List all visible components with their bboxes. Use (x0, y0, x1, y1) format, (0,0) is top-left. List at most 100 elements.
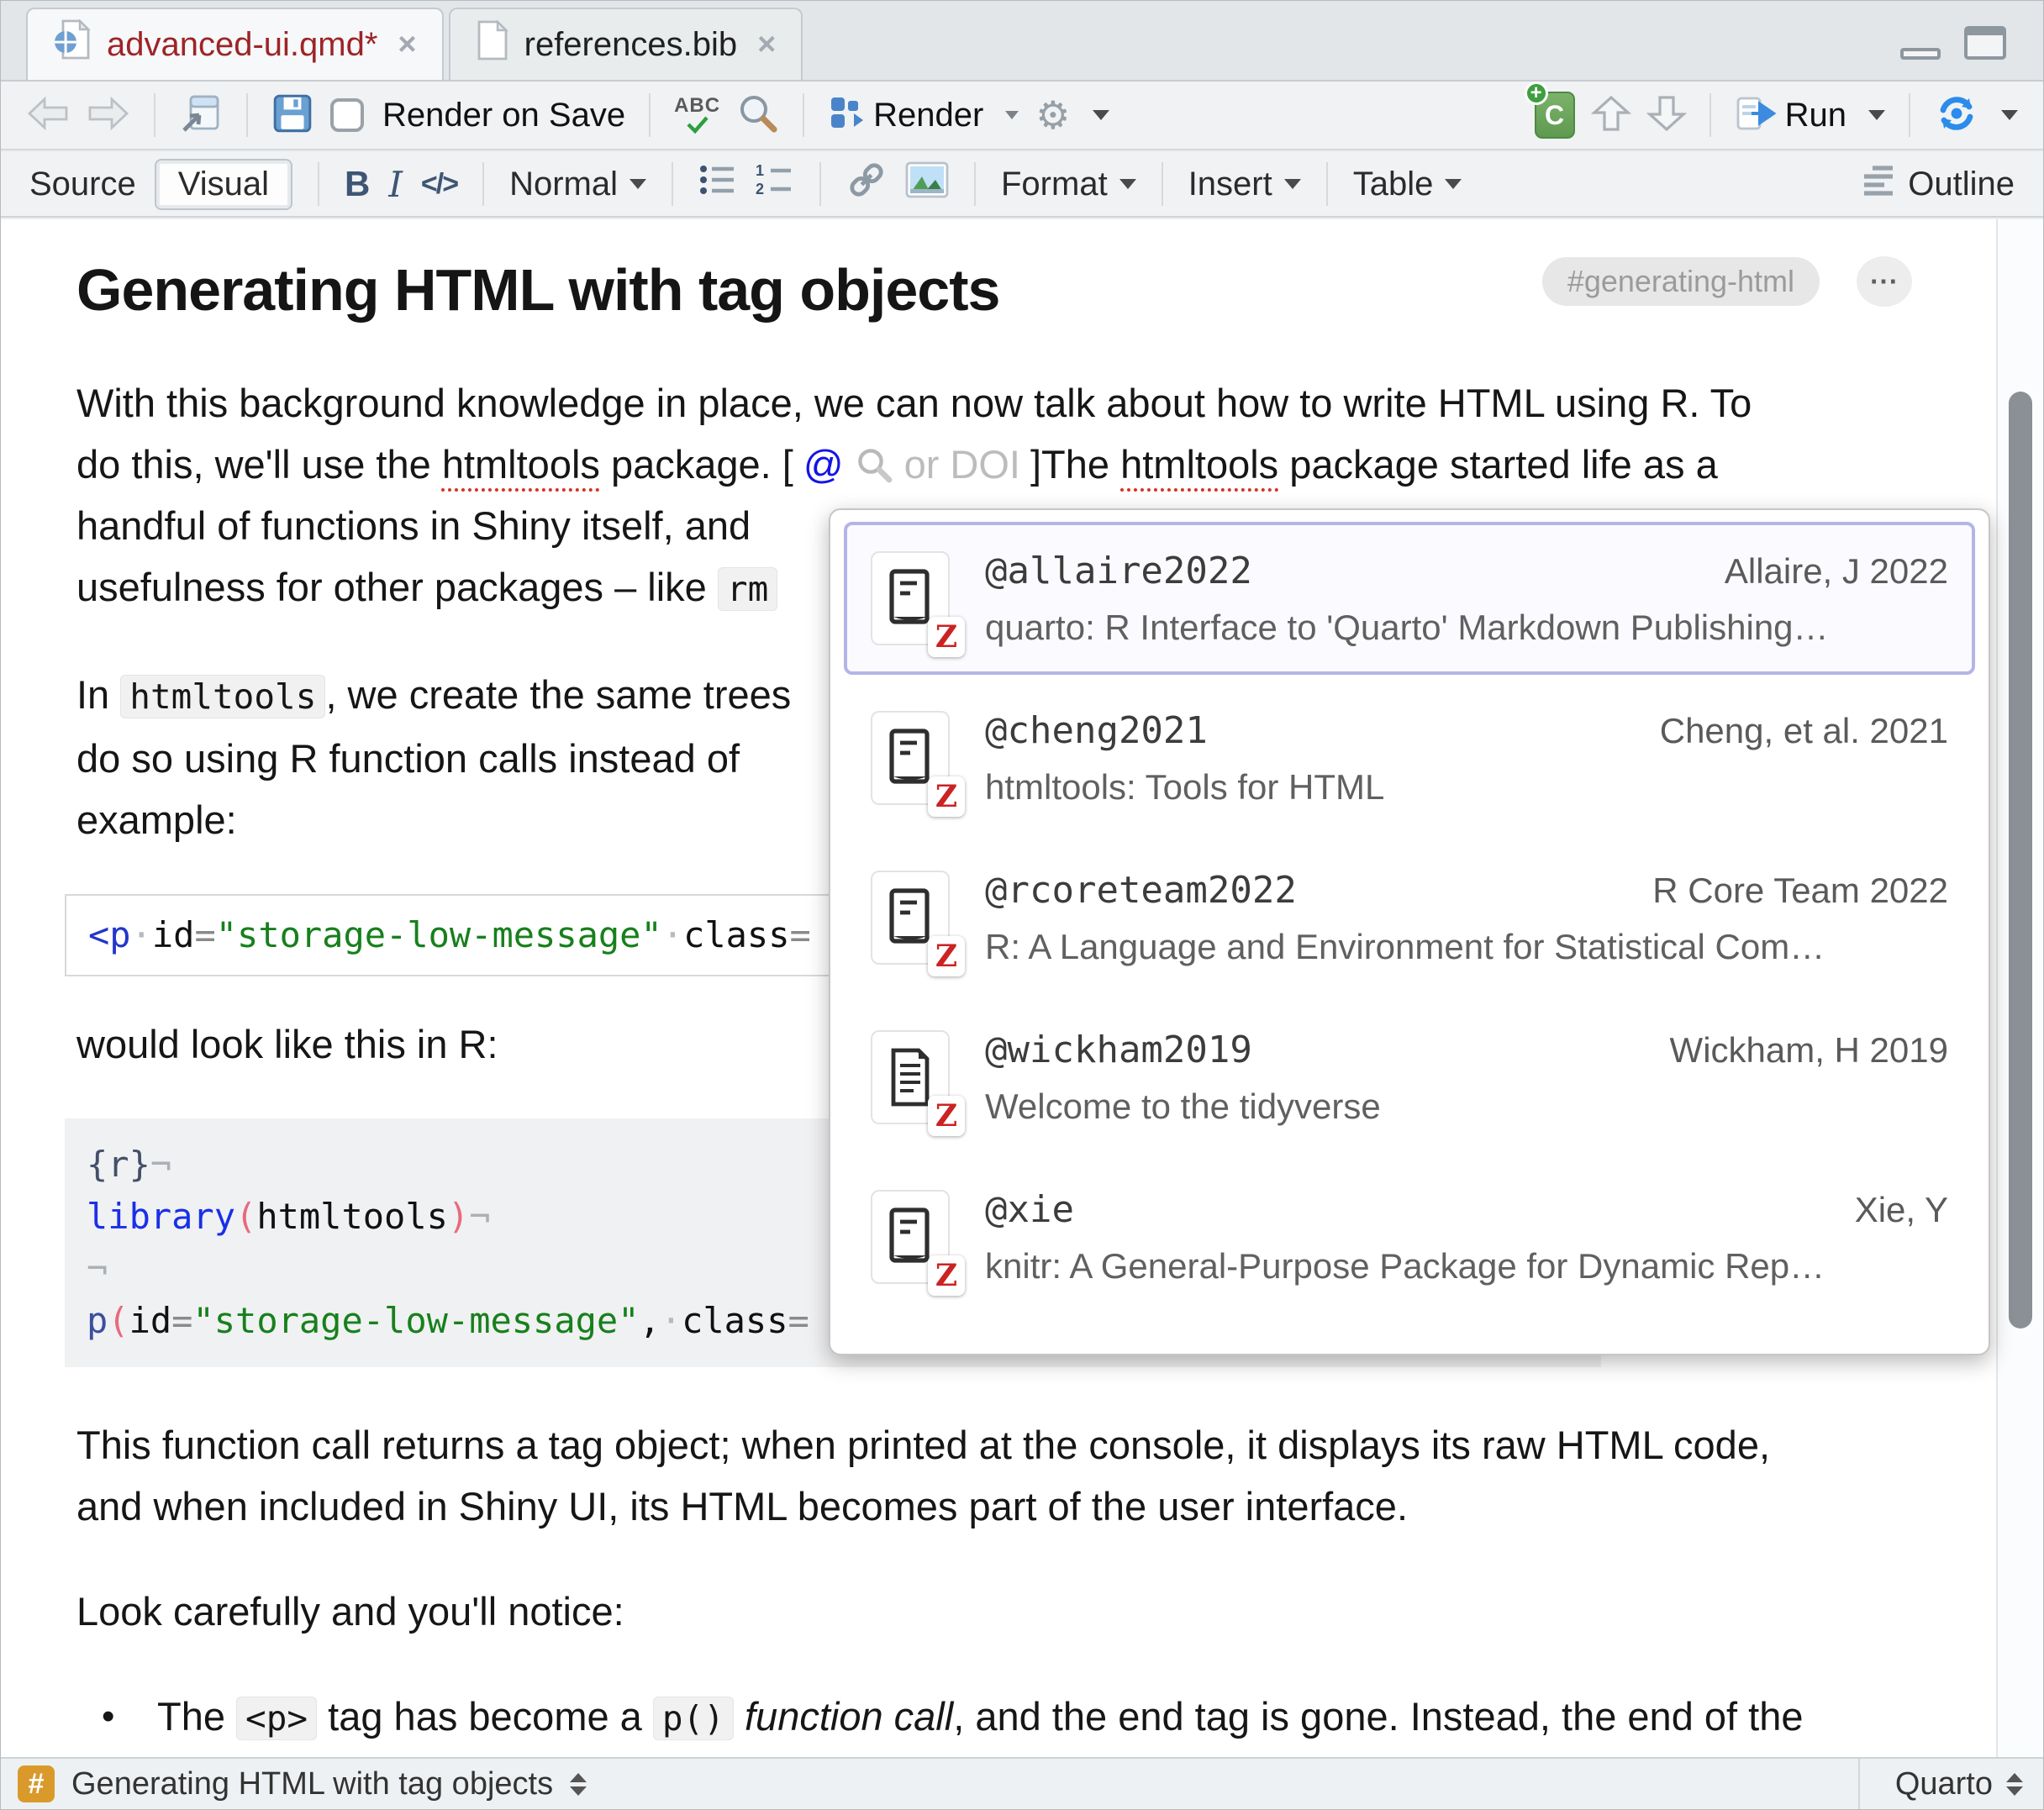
maximize-button[interactable] (1964, 26, 2006, 60)
render-icon (828, 94, 867, 137)
vertical-scrollbar[interactable] (1996, 219, 2043, 1757)
separator (1326, 162, 1328, 206)
citation-title: Welcome to the tidyverse (985, 1087, 1948, 1127)
render-on-save-toggle[interactable]: Render on Save (330, 97, 625, 134)
window-controls (1900, 26, 2006, 60)
insert-menu[interactable]: Insert (1188, 166, 1301, 203)
render-label: Render (873, 97, 983, 134)
back-icon[interactable] (26, 94, 70, 137)
file-icon (476, 20, 509, 69)
separator (1162, 162, 1163, 206)
italic-button[interactable]: I (388, 164, 403, 205)
code-token: ( (108, 1300, 129, 1341)
code-token: = (171, 1300, 192, 1341)
paragraph-style-dropdown[interactable]: Normal (509, 166, 646, 203)
section-options-button[interactable]: ⋯ (1857, 256, 1912, 307)
space-dot-glyph: · (662, 914, 683, 955)
save-icon[interactable] (271, 92, 313, 139)
citation-insert-widget[interactable]: [@or DOI] (782, 434, 1041, 495)
text-run: do so using R function calls instead of (76, 736, 740, 781)
format-menu[interactable]: Format (1001, 166, 1136, 203)
updown-icon (570, 1773, 587, 1796)
bold-button[interactable]: B (345, 164, 370, 204)
rerun-dropdown-icon[interactable] (2001, 110, 2018, 120)
citation-completion-popup: Z@allaire2022Allaire, J 2022quarto: R In… (829, 508, 1990, 1355)
citation-author-year: Cheng, et al. 2021 (1660, 711, 1948, 751)
newline-glyph: ¬ (87, 1248, 108, 1289)
visual-mode-button[interactable]: Visual (155, 159, 292, 210)
citation-author-year: Allaire, J 2022 (1725, 551, 1948, 592)
text-run: tag has become a (317, 1694, 653, 1739)
popout-icon[interactable] (179, 92, 223, 139)
citation-item[interactable]: Z@xieXie, Yknitr: A General-Purpose Pack… (844, 1160, 1975, 1313)
minimize-button[interactable] (1900, 48, 1941, 60)
citation-item[interactable]: Z @cheng2021 Cheng, et al. 2021 htmltools: … (844, 681, 1975, 834)
run-label: Run (1785, 97, 1846, 134)
source-mode-button[interactable]: Source (29, 166, 136, 203)
render-dropdown-icon[interactable] (1005, 111, 1019, 119)
outline-toggle[interactable]: Outline (1861, 163, 2015, 205)
code-token: p (87, 1300, 108, 1341)
citation-key: @wickham2019 (985, 1029, 1252, 1071)
text-run: Look carefully and you'll notice: (76, 1589, 624, 1634)
zotero-badge-icon: Z (928, 617, 965, 657)
forward-icon[interactable] (87, 94, 130, 137)
bullet-list-icon[interactable] (698, 162, 737, 206)
render-button[interactable]: Render (828, 94, 983, 137)
separator (318, 162, 319, 206)
newline-glyph: ¬ (469, 1196, 490, 1237)
close-icon[interactable]: × (398, 27, 416, 63)
separator (1909, 93, 1910, 137)
book-icon: Z (871, 871, 951, 965)
text-run: usefulness for other packages – like (76, 565, 718, 609)
section-navigator[interactable]: # Generating HTML with tag objects (1, 1759, 1858, 1809)
text-run: example: (76, 797, 237, 842)
table-menu[interactable]: Table (1353, 166, 1462, 203)
inline-code-button[interactable]: </> (421, 168, 457, 201)
render-on-save-checkbox[interactable] (330, 98, 364, 132)
separator (154, 93, 155, 137)
image-icon[interactable] (905, 161, 949, 207)
close-icon[interactable]: × (757, 27, 776, 63)
rerun-icon[interactable] (1934, 93, 1979, 138)
prev-chunk-icon[interactable] (1592, 92, 1630, 139)
misspelled-word: htmltools (442, 442, 600, 487)
code-token: "storage-low-message" (192, 1300, 639, 1341)
citation-title: R: A Language and Environment for Statis… (985, 927, 1948, 967)
citation-author-year: Wickham, H 2019 (1670, 1030, 1948, 1071)
numbered-list-icon[interactable]: 12 (756, 162, 794, 206)
article-icon: Z (871, 1030, 951, 1124)
inline-code: <p> (236, 1697, 317, 1740)
text-line: With this background knowledge in place,… (76, 372, 1996, 434)
gear-icon[interactable]: ⚙ (1035, 96, 1070, 134)
citation-key: @cheng2021 (985, 709, 1208, 752)
format-mode-selector[interactable]: Quarto (1858, 1759, 2043, 1809)
run-dropdown-icon[interactable] (1868, 110, 1885, 120)
citation-item[interactable]: Z@rcoreteam2022R Core Team 2022R: A Lang… (844, 841, 1975, 994)
run-button[interactable]: Run (1735, 95, 1846, 136)
link-icon[interactable] (846, 160, 887, 208)
run-icon (1735, 95, 1778, 136)
updown-icon (2006, 1773, 2023, 1796)
search-icon[interactable] (737, 92, 779, 139)
citation-item[interactable]: Z@allaire2022Allaire, J 2022quarto: R In… (844, 522, 1975, 675)
text-line: This function call returns a tag object;… (76, 1414, 1996, 1476)
tab-label: advanced-ui.qmd* (107, 26, 377, 64)
citation-author-year: Xie, Y (1855, 1190, 1948, 1230)
code-token: = (790, 914, 811, 955)
tab-references-bib[interactable]: references.bib × (449, 8, 803, 80)
code-token: {r} (87, 1144, 150, 1185)
book-icon: Z (871, 711, 951, 805)
chevron-down-icon (1445, 179, 1462, 189)
scrollbar-thumb[interactable] (2009, 392, 2032, 1329)
outline-icon (1861, 163, 1896, 205)
tab-advanced-ui-qmd[interactable]: advanced-ui.qmd* × (26, 8, 444, 80)
spellcheck-icon[interactable]: ABC (674, 96, 720, 134)
citation-title: htmltools: Tools for HTML (985, 767, 1948, 808)
citation-item[interactable]: Z @wickham2019 Wickham, H 2019 Welcome to t… (844, 1001, 1975, 1154)
insert-chunk-icon[interactable]: +C (1535, 92, 1575, 139)
text-run: The (1041, 442, 1120, 487)
next-chunk-icon[interactable] (1647, 92, 1686, 139)
settings-dropdown-icon[interactable] (1093, 110, 1109, 120)
citation-title: quarto: R Interface to 'Quarto' Markdown… (985, 608, 1948, 648)
